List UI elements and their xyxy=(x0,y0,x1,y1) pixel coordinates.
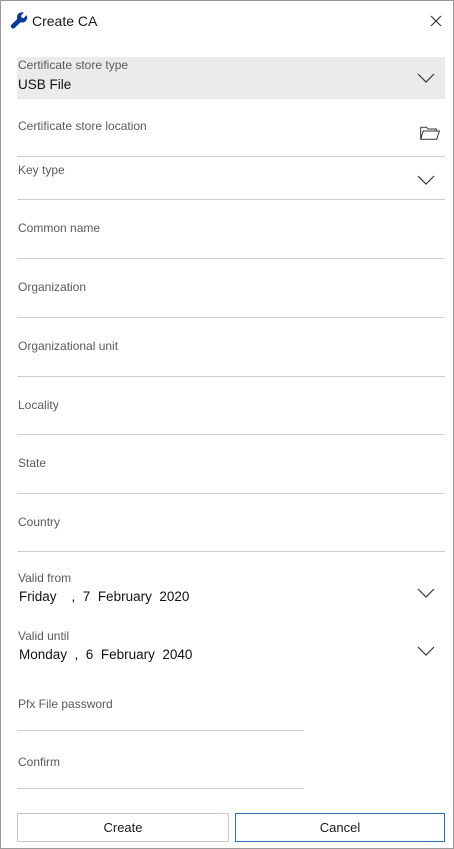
cancel-button[interactable]: Cancel xyxy=(235,813,445,842)
valid-until-value[interactable]: Monday , 6 February 2040 xyxy=(19,647,192,662)
locality-input[interactable]: Locality xyxy=(17,377,445,435)
dialog-title: Create CA xyxy=(32,13,98,29)
chevron-down-icon[interactable] xyxy=(417,645,435,657)
organizational-unit-label: Organizational unit xyxy=(18,339,119,353)
create-button[interactable]: Create xyxy=(17,813,229,842)
year-segment[interactable]: 2040 xyxy=(162,647,192,662)
valid-from-label: Valid from xyxy=(18,571,72,585)
day-segment[interactable]: 7 xyxy=(83,589,91,604)
create-ca-dialog: Create CA Certificate store type USB Fil… xyxy=(0,0,454,849)
title-bar: Create CA xyxy=(1,1,453,41)
wrench-icon xyxy=(10,12,28,29)
weekday-segment[interactable]: Friday xyxy=(19,589,57,604)
month-segment[interactable]: February xyxy=(98,589,152,604)
weekday-segment[interactable]: Monday xyxy=(19,647,67,662)
close-button[interactable] xyxy=(421,7,451,35)
organization-input[interactable]: Organization xyxy=(17,259,445,318)
country-input[interactable]: Country xyxy=(17,494,445,552)
certificate-store-location-label: Certificate store location xyxy=(18,119,147,133)
common-name-input[interactable]: Common name xyxy=(17,200,445,259)
certificate-store-type-label: Certificate store type xyxy=(18,58,129,72)
pfx-password-input[interactable]: Pfx File password xyxy=(17,673,304,731)
organization-label: Organization xyxy=(18,280,87,294)
day-segment[interactable]: 6 xyxy=(86,647,94,662)
chevron-down-icon[interactable] xyxy=(417,174,435,186)
field-underline xyxy=(17,788,304,789)
pfx-password-label: Pfx File password xyxy=(18,697,113,711)
key-type-label: Key type xyxy=(18,163,65,177)
state-label: State xyxy=(18,456,47,470)
country-label: Country xyxy=(18,515,61,529)
folder-icon[interactable] xyxy=(420,126,440,140)
year-segment[interactable]: 2020 xyxy=(159,589,189,604)
chevron-down-icon[interactable] xyxy=(417,72,435,84)
valid-from-date-picker[interactable]: Valid from Friday , 7 February 2020 xyxy=(17,552,445,610)
organizational-unit-input[interactable]: Organizational unit xyxy=(17,318,445,377)
certificate-store-type-value[interactable]: USB File xyxy=(18,77,71,92)
close-icon[interactable] xyxy=(430,15,442,27)
month-segment[interactable]: February xyxy=(101,647,155,662)
key-type-dropdown[interactable]: Key type xyxy=(17,157,445,200)
certificate-store-location-field[interactable]: Certificate store location xyxy=(17,99,445,157)
chevron-down-icon[interactable] xyxy=(417,587,435,599)
valid-until-label: Valid until xyxy=(18,629,70,643)
locality-label: Locality xyxy=(18,398,59,412)
certificate-store-type-dropdown[interactable]: Certificate store type USB File xyxy=(17,57,445,99)
valid-from-value[interactable]: Friday , 7 February 2020 xyxy=(19,589,189,604)
state-input[interactable]: State xyxy=(17,435,445,494)
confirm-password-label: Confirm xyxy=(18,755,61,769)
confirm-password-input[interactable]: Confirm xyxy=(17,731,304,789)
valid-until-date-picker[interactable]: Valid until Monday , 6 February 2040 xyxy=(17,610,445,668)
common-name-label: Common name xyxy=(18,221,101,235)
